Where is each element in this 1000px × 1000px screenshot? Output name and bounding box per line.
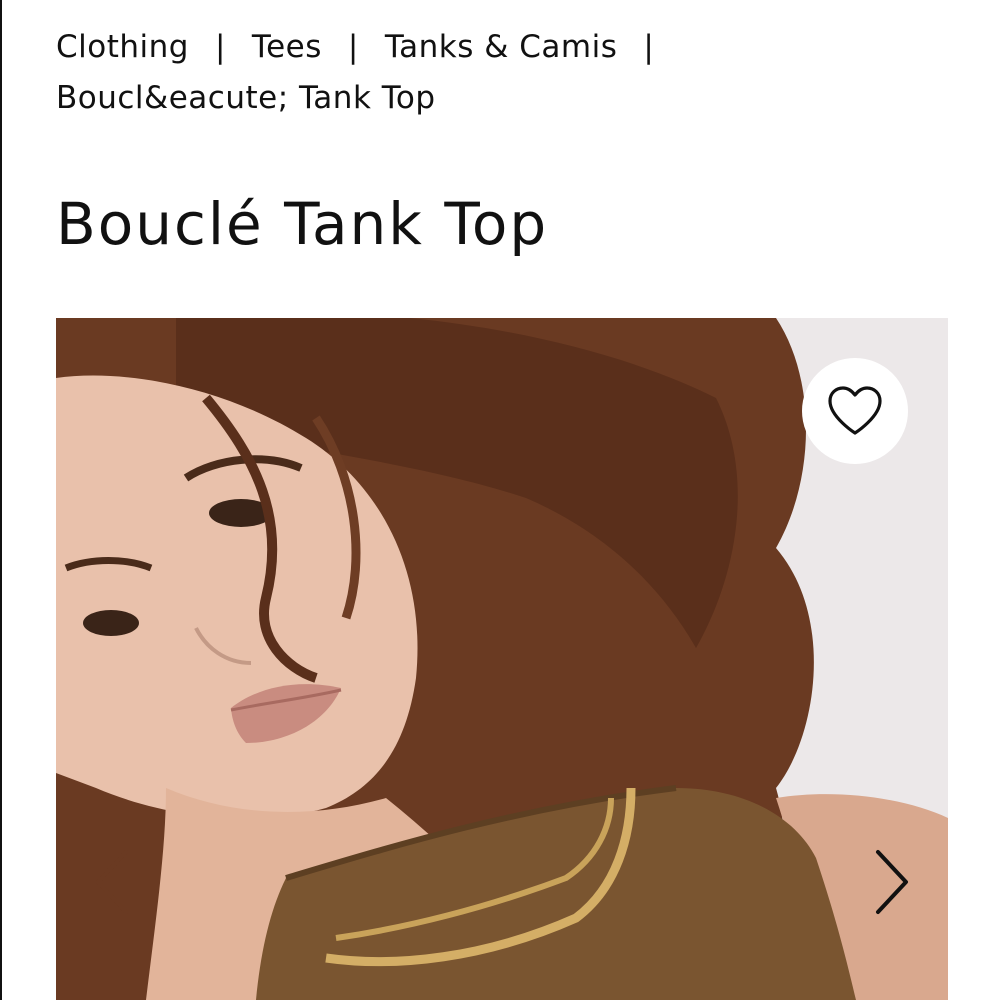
product-title: Bouclé Tank Top (56, 190, 549, 258)
favorite-button[interactable] (802, 358, 908, 464)
product-page: Clothing | Tees | Tanks & Camis | Boucl&eacute… (0, 0, 1000, 1000)
breadcrumb-item-tees[interactable]: Tees (252, 29, 322, 65)
breadcrumb-separator: | (214, 29, 226, 65)
breadcrumb: Clothing | Tees | Tanks & Camis | Boucl&eacute… (56, 22, 956, 124)
previous-image-button[interactable] (82, 842, 142, 922)
chevron-left-icon (96, 850, 128, 914)
breadcrumb-item-tanks-camis[interactable]: Tanks & Camis (385, 29, 618, 65)
breadcrumb-item-current: Boucl&eacute; Tank Top (56, 80, 436, 116)
next-image-button[interactable] (862, 842, 922, 922)
heart-outline-icon (828, 386, 882, 435)
breadcrumb-separator: | (643, 29, 655, 65)
chevron-right-icon (876, 850, 908, 914)
breadcrumb-item-clothing[interactable]: Clothing (56, 29, 189, 65)
product-image-gallery[interactable] (56, 318, 948, 1000)
breadcrumb-separator: | (347, 29, 359, 65)
